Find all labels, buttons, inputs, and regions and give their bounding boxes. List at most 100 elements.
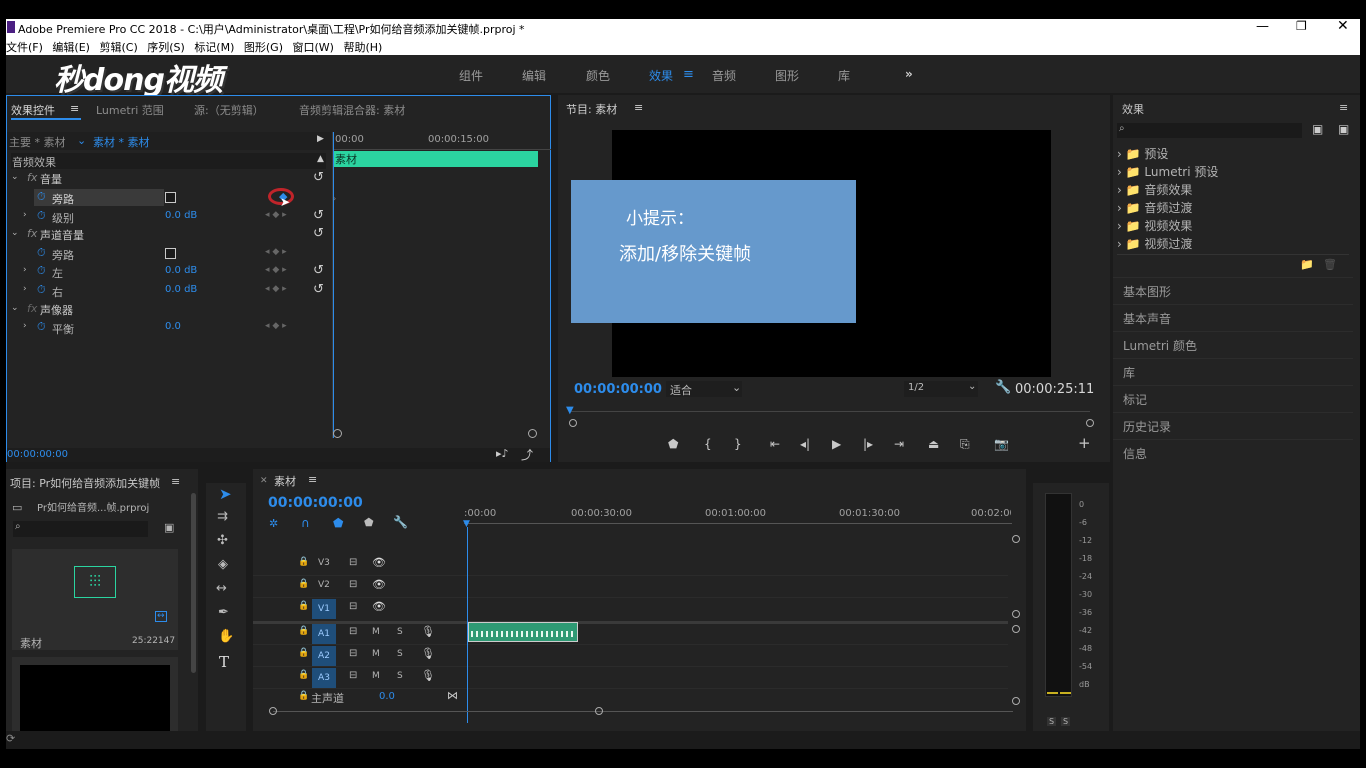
tab-effect-controls[interactable]: 效果控件 [11, 102, 55, 118]
section-lumetri-color[interactable]: Lumetri 颜色 [1113, 331, 1353, 357]
32bit-effects-icon[interactable]: ▣ [1338, 122, 1349, 136]
section-essential-sound[interactable]: 基本声音 [1113, 304, 1353, 330]
solo-button[interactable]: S [397, 671, 403, 681]
effects-title[interactable]: 效果 [1122, 101, 1144, 117]
close-icon[interactable]: ✕ [1337, 19, 1349, 34]
zoom-handle-right[interactable] [595, 707, 603, 715]
menu-edit[interactable]: 编辑(E) [52, 41, 90, 54]
audio-only-icon[interactable]: ▸♪ [496, 447, 509, 460]
clip-bar[interactable]: 素材 [333, 151, 538, 167]
trash-icon[interactable]: 🗑 [1323, 258, 1337, 271]
workspace-editing[interactable]: 编辑 [522, 67, 546, 84]
zoom-handle-left[interactable] [569, 419, 577, 427]
close-tab-icon[interactable]: ✕ [260, 476, 268, 486]
stopwatch-icon[interactable]: ⏱ [37, 246, 46, 260]
expand-icon[interactable]: › [23, 210, 27, 220]
workspace-graphics[interactable]: 图形 [775, 67, 799, 84]
folder-presets[interactable]: › 📁 预设 [1117, 145, 1168, 162]
menu-help[interactable]: 帮助(H) [343, 41, 382, 54]
scroll-up-icon[interactable]: ▲ [317, 154, 324, 164]
keyframe-nav-icon[interactable]: ◂ ◆ ▸ [265, 210, 287, 220]
sync-lock-icon[interactable]: ⊟ [349, 579, 357, 590]
folder-video-transitions[interactable]: › 📁 视频过渡 [1117, 235, 1192, 252]
fx-icon[interactable]: fx [27, 171, 37, 184]
section-essential-graphics[interactable]: 基本图形 [1113, 277, 1353, 303]
panel-menu-icon[interactable]: ≡ [171, 475, 180, 488]
eye-icon[interactable]: 👁 [372, 578, 386, 591]
v-zoom-handle[interactable] [1012, 610, 1020, 618]
menu-clip[interactable]: 剪辑(C) [99, 41, 137, 54]
menu-sequence[interactable]: 序列(S) [147, 41, 185, 54]
stopwatch-icon[interactable]: ⏱ [37, 209, 46, 223]
audio-clip[interactable] [468, 622, 578, 642]
reset-icon[interactable]: ↺ [313, 170, 324, 185]
expand-icon[interactable]: › [23, 321, 27, 331]
microphone-icon[interactable]: 🎙 [421, 647, 435, 660]
track-a3[interactable]: 🔒 A3 ⊟ M S 🎙 [253, 668, 1008, 689]
hand-tool-icon[interactable]: ✋ [218, 629, 234, 644]
track-v2[interactable]: 🔒 V2 ⊟ 👁 [253, 577, 1008, 598]
expand-icon[interactable]: › [1117, 237, 1122, 251]
param-value[interactable]: 0.0 [165, 321, 181, 332]
lock-icon[interactable]: 🔒 [298, 648, 309, 658]
param-value[interactable]: 0.0 dB [165, 265, 197, 276]
lift-icon[interactable]: ⏏ [928, 437, 939, 451]
mark-in-icon[interactable]: { [704, 437, 712, 451]
workspace-assembly[interactable]: 组件 [459, 67, 483, 84]
sync-lock-icon[interactable]: ⊟ [349, 670, 357, 681]
panel-menu-icon[interactable]: ≡ [308, 473, 317, 486]
go-to-in-icon[interactable]: ⇤ [770, 437, 780, 451]
ec-timecode[interactable]: 00:00:00:00 [7, 449, 68, 460]
menu-window[interactable]: 窗口(W) [293, 41, 334, 54]
stopwatch-icon[interactable]: ⏱ [37, 264, 46, 278]
folder-audio-transitions[interactable]: › 📁 音频过渡 [1117, 199, 1192, 216]
param-balance-row[interactable]: › ⏱ 平衡 0.0 ◂ ◆ ▸ [7, 319, 332, 337]
reset-icon[interactable]: ↺ [313, 282, 324, 297]
step-back-icon[interactable]: ◂| [800, 437, 810, 451]
workspace-color[interactable]: 颜色 [586, 67, 610, 84]
project-scrollbar[interactable] [191, 493, 196, 673]
mark-out-icon[interactable]: } [734, 437, 742, 451]
expand-icon[interactable]: › [1117, 219, 1122, 233]
lock-icon[interactable]: 🔒 [298, 691, 309, 701]
tab-audio-clip-mixer[interactable]: 音频剪辑混合器: 素材 [299, 102, 405, 118]
expand-icon[interactable]: › [1117, 201, 1122, 215]
section-info[interactable]: 信息 [1113, 439, 1353, 465]
effects-search-input[interactable]: ⌕ [1117, 123, 1302, 138]
keyframe-nav-icon[interactable]: ◂ ◆ ▸ [265, 265, 287, 275]
pen-tool-icon[interactable]: ✒ [218, 605, 229, 620]
play-clip-icon[interactable]: ▶ [317, 134, 324, 144]
v-zoom-handle[interactable] [1012, 535, 1020, 543]
section-history[interactable]: 历史记录 [1113, 412, 1353, 438]
section-libraries[interactable]: 库 [1113, 358, 1353, 384]
param-value[interactable]: 0.0 dB [165, 210, 197, 221]
panel-menu-icon[interactable]: ≡ [634, 101, 643, 114]
h-scrollbar[interactable] [273, 711, 1013, 712]
solo-button[interactable]: S [397, 649, 403, 659]
track-v1[interactable]: 🔒 V1 ⊟ 👁 [253, 599, 1008, 620]
scrub-playhead[interactable]: ▼ [566, 405, 574, 416]
step-forward-icon[interactable]: |▸ [863, 437, 873, 451]
track-a1[interactable]: 🔒 A1 ⊟ M S 🎙 [253, 622, 1008, 645]
minimize-icon[interactable]: — [1256, 19, 1269, 34]
panel-menu-icon[interactable]: ≡ [70, 102, 79, 115]
master-clip-label[interactable]: 主要 * 素材 [9, 134, 66, 150]
bypass-checkbox[interactable] [165, 192, 176, 203]
mute-button[interactable]: M [372, 671, 380, 681]
eye-icon[interactable]: 👁 [372, 556, 386, 569]
export-icon[interactable]: ⤴ [521, 446, 533, 463]
expand-icon[interactable]: › [23, 265, 27, 275]
expand-icon[interactable]: › [1117, 147, 1122, 161]
chevron-down-icon[interactable]: ⌄ [77, 134, 86, 147]
project-search-input[interactable]: ⌕ [13, 521, 148, 537]
add-marker-icon[interactable]: ⬟ [333, 516, 343, 530]
fx-icon[interactable]: fx [27, 302, 37, 315]
lock-icon[interactable]: 🔒 [298, 626, 309, 636]
param-right-row[interactable]: › ⏱ 右 0.0 dB ◂ ◆ ▸ ↺ [7, 282, 332, 300]
expand-icon[interactable]: › [1117, 183, 1122, 197]
track-v3[interactable]: 🔒 V3 ⊟ 👁 [253, 555, 1008, 576]
menu-file[interactable]: 文件(F) [6, 41, 43, 54]
linked-selection-icon[interactable]: ∩ [301, 516, 310, 530]
zoom-handle-left[interactable] [333, 429, 342, 438]
tab-source[interactable]: 源:（无剪辑） [194, 102, 264, 118]
